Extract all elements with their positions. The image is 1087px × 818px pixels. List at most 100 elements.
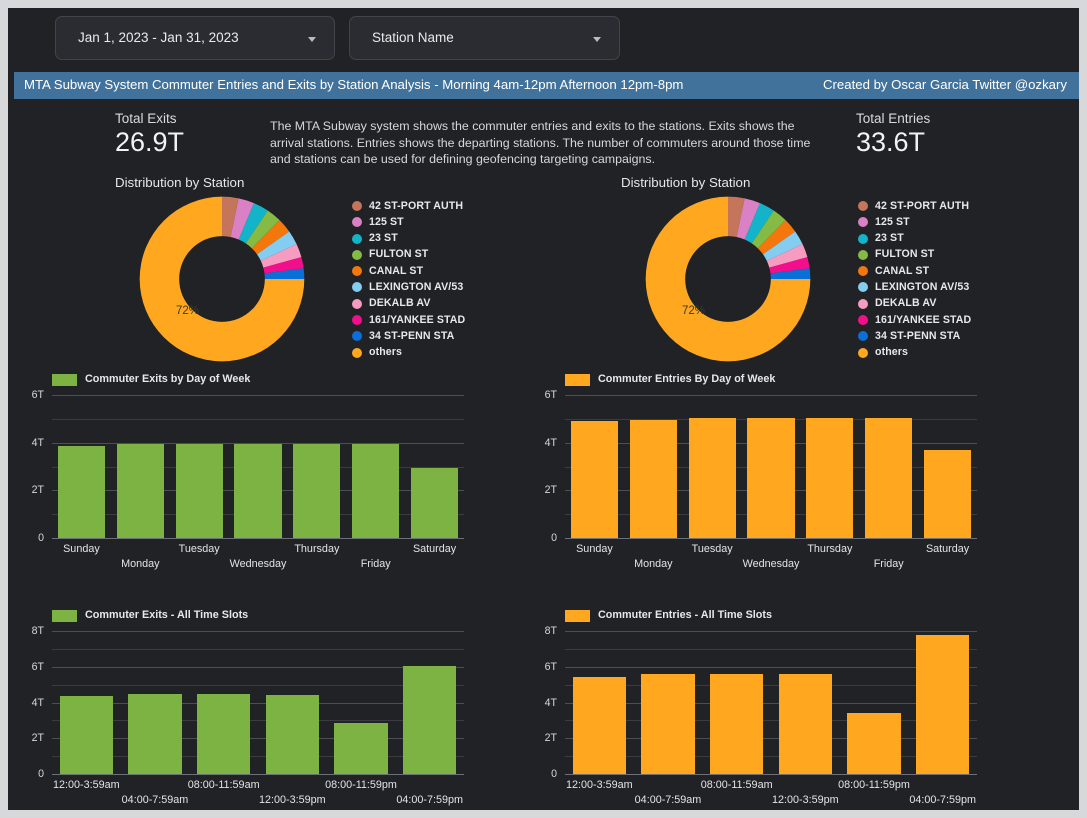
entries-donut-chart[interactable]: 72% <box>644 195 819 365</box>
gridline <box>52 418 464 420</box>
y-axis-tick-label: 6T <box>31 389 44 401</box>
x-axis-tick-label: 08:00-11:59am <box>187 779 260 791</box>
bar[interactable] <box>709 673 764 774</box>
legend-color-swatch <box>858 233 868 244</box>
x-axis-tick-label: Saturday <box>925 543 970 555</box>
x-axis-tick-label: Sunday <box>576 543 613 555</box>
x-axis-tick-label: Wednesday <box>229 558 287 570</box>
total-exits-kpi: Total Exits 26.9T <box>115 111 184 157</box>
exits-by-day-chart[interactable]: Commuter Exits by Day of Week 0 2T 4T 6T Sund… <box>14 373 534 588</box>
bar[interactable] <box>57 445 105 538</box>
x-axis-tick-label: Monday <box>634 558 673 570</box>
legend-color-swatch <box>352 315 362 326</box>
total-entries-kpi: Total Entries 33.6T <box>856 111 930 157</box>
bar[interactable] <box>128 693 182 774</box>
y-axis-tick-label: 2T <box>31 484 44 497</box>
legend-label: 161/YANKEE STAD <box>875 313 972 326</box>
chart-legend-swatch <box>565 374 590 386</box>
bar[interactable] <box>175 443 223 538</box>
y-axis-tick-label: 0 <box>38 532 44 544</box>
bar[interactable] <box>352 443 400 538</box>
exits-donut-percent-label: 72% <box>176 305 200 317</box>
total-entries-value: 33.6T <box>856 127 926 157</box>
x-axis-tick-label: Tuesday <box>178 543 220 555</box>
bar[interactable] <box>847 713 901 774</box>
x-axis-tick-label: 12:00-3:59am <box>566 779 633 791</box>
x-axis-tick-label: Tuesday <box>691 543 733 555</box>
x-axis-tick-label: 08:00-11:59pm <box>325 779 397 791</box>
legend-label: DEKALB AV <box>369 297 431 310</box>
title-banner: MTA Subway System Commuter Entries and E… <box>14 72 1079 99</box>
exits-donut-chart[interactable]: 72% <box>138 195 313 365</box>
bar[interactable] <box>59 696 114 774</box>
bar[interactable] <box>629 419 677 538</box>
legend-label: FULTON ST <box>875 248 935 261</box>
legend-label: 42 ST-PORT AUTH <box>369 199 464 212</box>
station-name-value: Station Name <box>372 30 454 45</box>
legend-label: FULTON ST <box>369 248 429 261</box>
bar[interactable] <box>924 449 972 538</box>
entries-panel: Distribution by Station 72% 42 ST-PORT A… <box>527 173 1047 810</box>
x-axis-line <box>52 774 464 775</box>
bar[interactable] <box>570 421 618 538</box>
plot-area <box>565 395 977 539</box>
legend-color-swatch <box>858 217 868 228</box>
bar[interactable] <box>196 693 251 774</box>
legend-color-swatch <box>858 201 868 211</box>
legend-color-swatch <box>858 331 868 342</box>
x-axis-tick-label: 12:00-3:59pm <box>772 794 839 806</box>
legend-color-swatch <box>352 201 362 211</box>
y-axis-tick-label: 2T <box>31 732 44 745</box>
chart-legend-swatch <box>52 610 77 622</box>
gridline <box>52 631 464 632</box>
plot-area <box>565 631 977 775</box>
bar[interactable] <box>865 418 913 538</box>
x-axis-tick-label: 04:00-7:59am <box>121 794 189 806</box>
bar[interactable] <box>116 444 164 538</box>
y-axis-tick-label: 0 <box>551 532 557 544</box>
y-axis-tick-label: 6T <box>31 660 44 673</box>
entries-time-slots-chart[interactable]: Commuter Entries - All Time Slots 0 2T 4T 6T… <box>527 609 1047 810</box>
chart-legend-label: Commuter Exits by Day of Week <box>85 373 251 385</box>
exits-panel: Distribution by Station 72% 42 ST-PORT A… <box>14 173 534 810</box>
plot-area <box>52 395 464 539</box>
dashboard-window: Jan 1, 2023 - Jan 31, 2023 Station Name … <box>8 8 1079 810</box>
legend-label: DEKALB AV <box>875 297 937 310</box>
bar[interactable] <box>402 666 457 774</box>
y-axis-tick-label: 4T <box>544 436 557 449</box>
x-axis-tick-label: 08:00-11:59am <box>700 779 773 791</box>
legend-color-swatch <box>858 315 868 326</box>
x-axis-tick-label: Friday <box>873 558 904 570</box>
bar[interactable] <box>806 418 854 538</box>
bar[interactable] <box>778 673 833 774</box>
date-range-dropdown[interactable]: Jan 1, 2023 - Jan 31, 2023 <box>55 16 335 60</box>
bar[interactable] <box>234 443 282 538</box>
x-axis-tick-label: Thursday <box>807 543 853 555</box>
bar[interactable] <box>747 418 795 538</box>
bar[interactable] <box>265 694 320 774</box>
gridline <box>52 648 464 650</box>
bar[interactable] <box>915 635 970 774</box>
chart-legend-label: Commuter Exits - All Time Slots <box>85 609 249 621</box>
bar[interactable] <box>334 723 388 774</box>
entries-donut-percent-label: 72% <box>682 305 706 317</box>
dashboard-title: MTA Subway System Commuter Entries and E… <box>24 77 684 92</box>
exits-time-slots-chart[interactable]: Commuter Exits - All Time Slots 0 2T 4T 6T 8T… <box>14 609 534 810</box>
legend-color-swatch <box>352 249 362 260</box>
dashboard-description: The MTA Subway system shows the commuter… <box>270 119 811 167</box>
x-axis-tick-label: 12:00-3:59am <box>53 779 120 791</box>
x-axis-tick-label: 04:00-7:59pm <box>909 794 976 806</box>
plot-area <box>52 631 464 775</box>
legend-label: CANAL ST <box>369 264 424 277</box>
entries-by-day-chart[interactable]: Commuter Entries By Day of Week 0 2T 4T 6T Su… <box>527 373 1047 588</box>
bar[interactable] <box>411 467 459 538</box>
y-axis-tick-label: 4T <box>31 696 44 709</box>
bar[interactable] <box>293 443 341 538</box>
bar[interactable] <box>572 676 627 774</box>
bar[interactable] <box>688 418 736 538</box>
y-axis-tick-label: 4T <box>31 436 44 449</box>
bar[interactable] <box>641 673 695 774</box>
gridline <box>52 395 464 396</box>
total-exits-label: Total Exits <box>115 111 177 126</box>
station-name-dropdown[interactable]: Station Name <box>349 16 620 60</box>
